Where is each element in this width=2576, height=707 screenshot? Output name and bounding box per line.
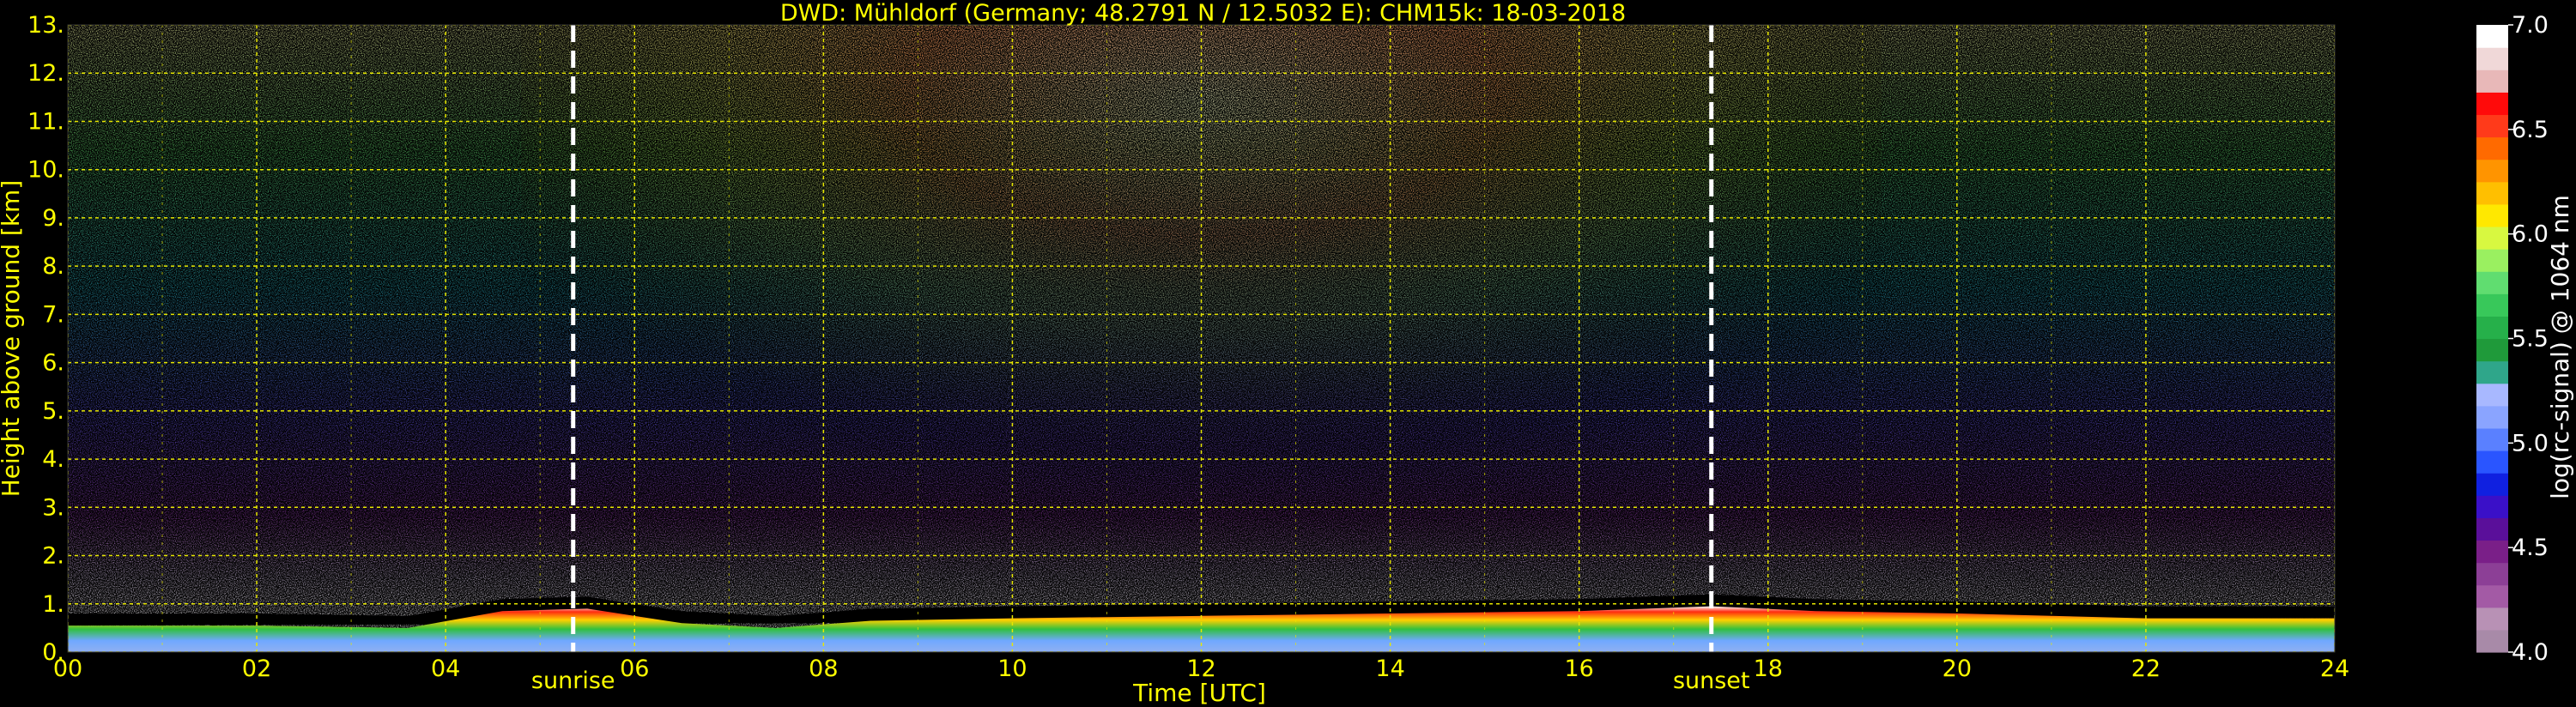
colorbar-tick-label: 5.0 <box>2512 430 2549 456</box>
x-tick-labels: 00 02 04 06 08 10 12 14 16 18 20 22 24 <box>53 656 2349 682</box>
y-tick-label: 3. <box>42 494 64 521</box>
colorbar-label: log(rc-signal) @ 1064 nm <box>2546 195 2574 499</box>
x-tick-label: 22 <box>2131 656 2161 682</box>
x-tick-label: 08 <box>809 656 838 682</box>
colorbar-tick-label: 7.0 <box>2512 12 2549 39</box>
y-tick-label: 11. <box>27 108 64 135</box>
x-tick-label: 06 <box>620 656 649 682</box>
x-tick-label: 14 <box>1375 656 1404 682</box>
colorbar-swatch <box>2476 584 2508 608</box>
colorbar-swatch <box>2476 181 2508 205</box>
x-tick-label: 10 <box>997 656 1027 682</box>
y-tick-label: 8. <box>42 253 64 280</box>
x-tick-label: 24 <box>2320 656 2349 682</box>
colorbar-tick-label: 6.5 <box>2512 117 2549 143</box>
x-tick-label: 16 <box>1564 656 1593 682</box>
x-tick-label: 18 <box>1754 656 1783 682</box>
colorbar-tick-label: 6.0 <box>2512 221 2549 248</box>
colorbar-swatch <box>2476 629 2508 653</box>
colorbar-swatch <box>2476 114 2508 138</box>
y-tick-label: 13. <box>27 12 64 39</box>
colorbar-swatch <box>2476 47 2508 70</box>
colorbar-swatch <box>2476 427 2508 451</box>
colorbar-swatch <box>2476 25 2508 48</box>
y-tick-label: 7. <box>42 301 64 328</box>
y-tick-labels: 0. 1. 2. 3. 4. 5. 6. 7. 8. 9. 10. 11. 12. 13. <box>27 12 64 666</box>
colorbar-swatch <box>2476 249 2508 272</box>
colorbar-swatch <box>2476 271 2508 294</box>
y-tick-label: 10. <box>27 157 64 184</box>
y-tick-label: 6. <box>42 350 64 377</box>
colorbar-swatch <box>2476 473 2508 496</box>
colorbar-tick-label: 5.5 <box>2512 326 2549 353</box>
colorbar-swatch <box>2476 203 2508 227</box>
y-tick-label: 2. <box>42 543 64 570</box>
colorbar-swatch <box>2476 136 2508 160</box>
colorbar-swatch <box>2476 405 2508 429</box>
colorbar-swatch <box>2476 316 2508 340</box>
colorbar-swatch <box>2476 540 2508 564</box>
colorbar-swatch <box>2476 159 2508 183</box>
colorbar-swatch <box>2476 226 2508 250</box>
colorbar-swatch <box>2476 383 2508 407</box>
colorbar-swatch <box>2476 450 2508 474</box>
colorbar-tick-label: 4.5 <box>2512 535 2549 561</box>
y-tick-label: 4. <box>42 446 64 473</box>
sunset-label: sunset <box>1673 668 1750 694</box>
y-tick-label: 1. <box>42 591 64 618</box>
sunrise-label: sunrise <box>531 668 615 694</box>
ceilometer-chart: DWD: Mühldorf (Germany; 48.2791 N / 12.5… <box>0 0 2574 707</box>
colorbar-swatch <box>2476 562 2508 586</box>
y-tick-label: 12. <box>27 60 64 87</box>
colorbar-swatch <box>2476 607 2508 631</box>
x-tick-label: 12 <box>1186 656 1215 682</box>
daylight-noise-layer <box>521 25 1882 652</box>
colorbar-tick-label: 4.0 <box>2512 639 2549 666</box>
colorbar-swatch <box>2476 293 2508 317</box>
x-axis-label: Time [UTC] <box>1132 679 1266 707</box>
x-tick-label: 04 <box>431 656 460 682</box>
y-tick-label: 0. <box>42 639 64 666</box>
y-tick-label: 9. <box>42 205 64 232</box>
y-axis-label: Height above ground [km] <box>0 180 25 498</box>
colorbar-swatch <box>2476 92 2508 116</box>
colorbar-swatch <box>2476 338 2508 362</box>
colorbar <box>2476 24 2513 653</box>
x-tick-label: 20 <box>1943 656 1972 682</box>
colorbar-swatch <box>2476 517 2508 541</box>
colorbar-swatch <box>2476 495 2508 518</box>
colorbar-swatch <box>2476 69 2508 93</box>
colorbar-swatch <box>2476 360 2508 384</box>
x-tick-label: 02 <box>242 656 271 682</box>
y-tick-label: 5. <box>42 398 64 425</box>
plot-area <box>68 25 2335 652</box>
chart-title: DWD: Mühldorf (Germany; 48.2791 N / 12.5… <box>780 0 1626 27</box>
colorbar-tick-labels: 4.0 4.5 5.0 5.5 6.0 6.5 7.0 <box>2512 12 2549 666</box>
